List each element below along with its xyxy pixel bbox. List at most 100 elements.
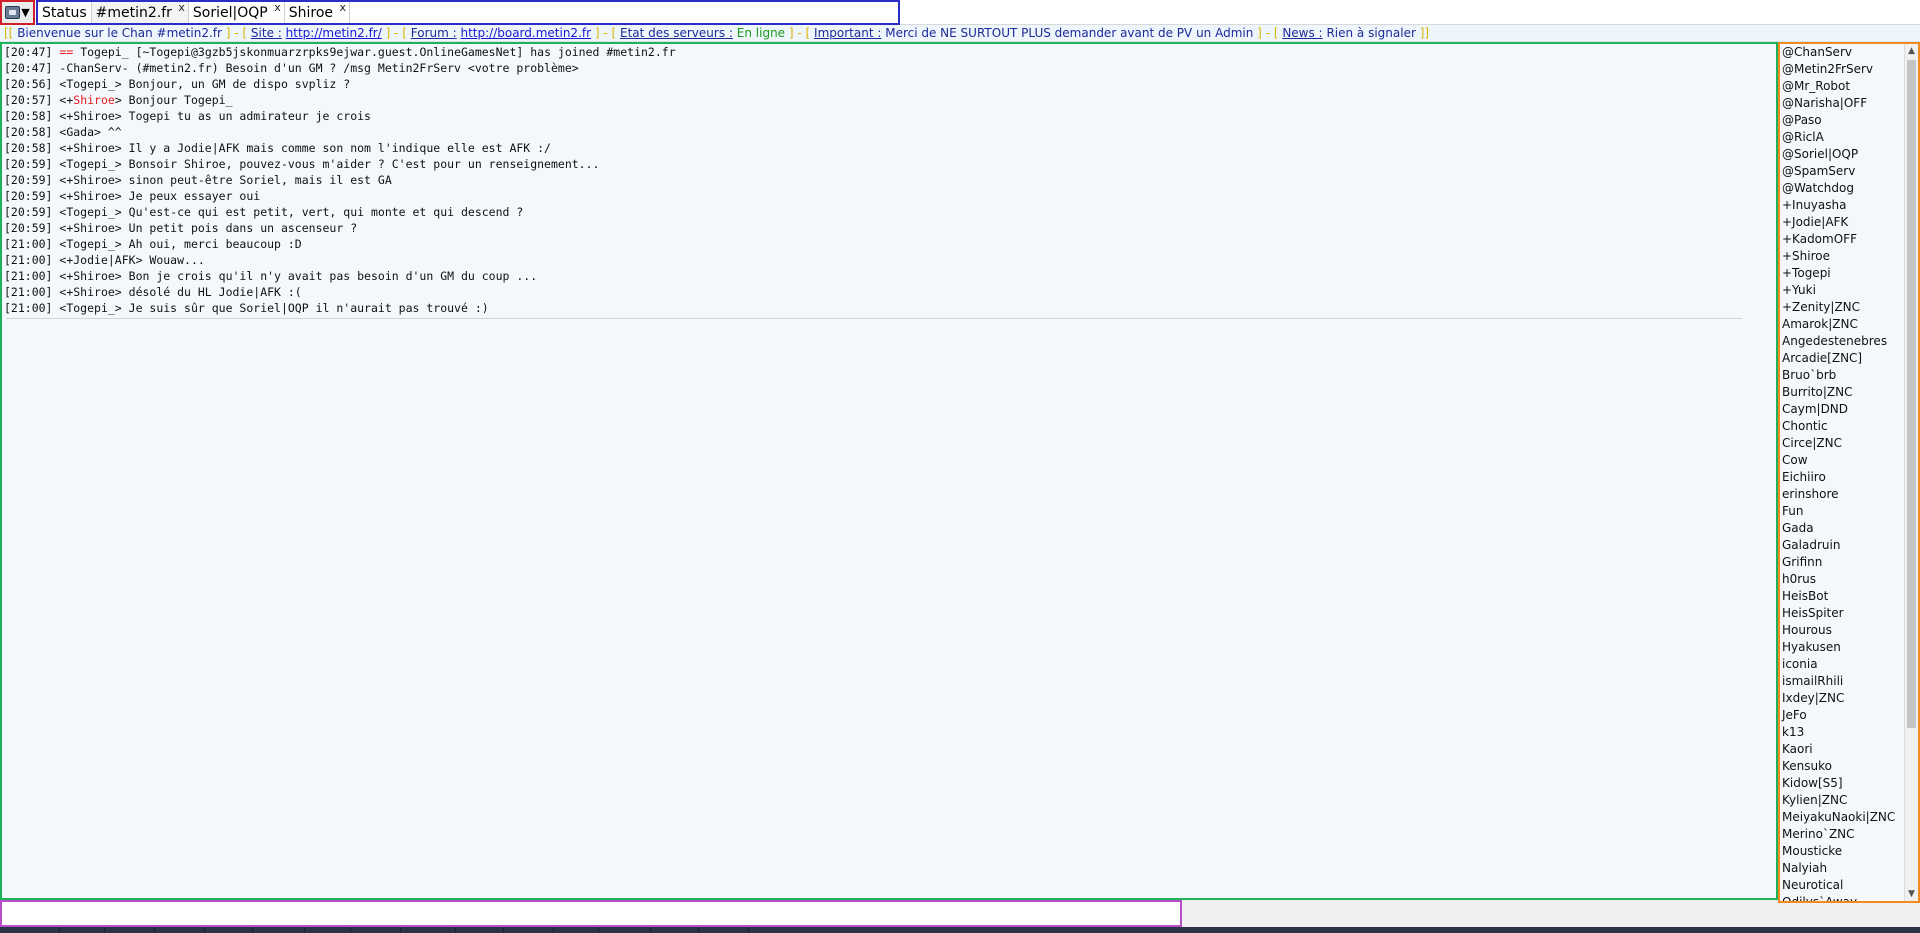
- nick-item[interactable]: Fun: [1780, 503, 1904, 520]
- nick-item[interactable]: Cow: [1780, 452, 1904, 469]
- nick-item[interactable]: Caym|DND: [1780, 401, 1904, 418]
- taskbar-item[interactable]: [155, 927, 205, 933]
- tab-0[interactable]: Status: [38, 2, 92, 23]
- nick-item[interactable]: +Togepi: [1780, 265, 1904, 282]
- topic-close-bracket: ]]: [1419, 26, 1430, 40]
- nick-item[interactable]: h0rus: [1780, 571, 1904, 588]
- nick-item[interactable]: @Soriel|OQP: [1780, 146, 1904, 163]
- nick-item[interactable]: @Paso: [1780, 112, 1904, 129]
- nick-item[interactable]: Amarok|ZNC: [1780, 316, 1904, 333]
- nick-item[interactable]: Kidow[S5]: [1780, 775, 1904, 792]
- nick-item[interactable]: @SpamServ: [1780, 163, 1904, 180]
- nick-item[interactable]: @Mr_Robot: [1780, 78, 1904, 95]
- taskbar-item[interactable]: [60, 927, 105, 933]
- app-menu-button[interactable]: ▼: [0, 0, 35, 25]
- message-timestamp: [21:00]: [4, 285, 53, 299]
- nick-item[interactable]: Nalyiah: [1780, 860, 1904, 877]
- nick-item[interactable]: Kylien|ZNC: [1780, 792, 1904, 809]
- scroll-up-icon[interactable]: ▲: [1905, 44, 1918, 58]
- taskbar-item[interactable]: [456, 927, 504, 933]
- topic-site-label: Site :: [250, 26, 282, 40]
- nick-item[interactable]: Kensuko: [1780, 758, 1904, 775]
- nick-item[interactable]: Odilys`Away: [1780, 894, 1904, 901]
- nick-item[interactable]: +Shiroe: [1780, 248, 1904, 265]
- nick-item[interactable]: +KadomOFF: [1780, 231, 1904, 248]
- tab-2[interactable]: Soriel|OQP x: [189, 2, 285, 23]
- close-icon[interactable]: x: [339, 2, 346, 13]
- message-text: <+Jodie|AFK> Wouaw...: [59, 253, 205, 267]
- nick-item[interactable]: HeisSpiter: [1780, 605, 1904, 622]
- nick-item[interactable]: +Zenity|ZNC: [1780, 299, 1904, 316]
- nick-item[interactable]: Hyakusen: [1780, 639, 1904, 656]
- nick-item[interactable]: @ChanServ: [1780, 44, 1904, 61]
- nick-list-scrollbar[interactable]: ▲ ▼: [1904, 44, 1918, 901]
- nick-item[interactable]: Arcadie[ZNC]: [1780, 350, 1904, 367]
- nick-item[interactable]: erinshore: [1780, 486, 1904, 503]
- nick-item[interactable]: Eichiiro: [1780, 469, 1904, 486]
- nick-item[interactable]: @RiclA: [1780, 129, 1904, 146]
- nick-item[interactable]: Merino`ZNC: [1780, 826, 1904, 843]
- topic-servers-label: Etat des serveurs :: [620, 26, 733, 40]
- nick-item[interactable]: Gada: [1780, 520, 1904, 537]
- message-text: <+Shiroe> Il y a Jodie|AFK mais comme so…: [59, 141, 551, 155]
- nick-item[interactable]: Mousticke: [1780, 843, 1904, 860]
- nick-item[interactable]: @Watchdog: [1780, 180, 1904, 197]
- taskbar-item[interactable]: [253, 927, 305, 933]
- chat-log[interactable]: [20:47] == Togepi_ [~Togepi@3gzb5jskonmu…: [0, 42, 1778, 900]
- nick-item[interactable]: Galadruin: [1780, 537, 1904, 554]
- taskbar-item[interactable]: [401, 927, 456, 933]
- nick-item[interactable]: k13: [1780, 724, 1904, 741]
- message-timestamp: [20:47]: [4, 45, 53, 59]
- taskbar-item[interactable]: [651, 927, 699, 933]
- nick-item[interactable]: JeFo: [1780, 707, 1904, 724]
- chat-message: [20:58] <+Shiroe> Togepi tu as un admira…: [2, 108, 1776, 124]
- tab-label: Soriel|OQP: [192, 4, 268, 21]
- nick-item[interactable]: @Metin2FrServ: [1780, 61, 1904, 78]
- nick-item[interactable]: iconia: [1780, 656, 1904, 673]
- chat-message: [20:57] <+Shiroe> Bonjour Togepi_: [2, 92, 1776, 108]
- taskbar-item[interactable]: [554, 927, 599, 933]
- scroll-down-icon[interactable]: ▼: [1905, 887, 1918, 901]
- nick-item[interactable]: +Jodie|AFK: [1780, 214, 1904, 231]
- nick-item[interactable]: ismailRhili: [1780, 673, 1904, 690]
- nick-item[interactable]: HeisBot: [1780, 588, 1904, 605]
- topic-important-label: Important :: [814, 26, 882, 40]
- taskbar-item[interactable]: [504, 927, 554, 933]
- tab-1[interactable]: #metin2.fr x: [91, 2, 189, 23]
- message-text: <Togepi_> Ah oui, merci beaucoup :D: [59, 237, 302, 251]
- nick-item[interactable]: Chontic: [1780, 418, 1904, 435]
- taskbar-item[interactable]: [599, 927, 651, 933]
- nick-item[interactable]: Circe|ZNC: [1780, 435, 1904, 452]
- taskbar-item[interactable]: [699, 927, 749, 933]
- taskbar-item[interactable]: [205, 927, 253, 933]
- nick-item[interactable]: Burrito|ZNC: [1780, 384, 1904, 401]
- nick-item[interactable]: Grifinn: [1780, 554, 1904, 571]
- nick-item[interactable]: +Yuki: [1780, 282, 1904, 299]
- channel-topic: [[ Bienvenue sur le Chan #metin2.fr ] - …: [0, 25, 1920, 42]
- nick-item[interactable]: Kaori: [1780, 741, 1904, 758]
- nick-item[interactable]: Neurotical: [1780, 877, 1904, 894]
- taskbar-item[interactable]: [0, 927, 60, 933]
- nick-item[interactable]: Ixdey|ZNC: [1780, 690, 1904, 707]
- chat-message: [20:58] <Gada> ^^: [2, 124, 1776, 140]
- taskbar-item[interactable]: [305, 927, 351, 933]
- scrollbar-thumb[interactable]: [1907, 60, 1916, 728]
- taskbar-item[interactable]: [105, 927, 155, 933]
- message-input[interactable]: [2, 902, 1180, 925]
- close-icon[interactable]: x: [178, 2, 185, 13]
- nick-item[interactable]: Hourous: [1780, 622, 1904, 639]
- message-text-rest: Togepi_ [~Togepi@3gzb5jskonmuarzrpks9ejw…: [73, 45, 676, 59]
- topic-forum-link[interactable]: http://board.metin2.fr: [460, 26, 591, 40]
- topic-site-link[interactable]: http://metin2.fr/: [286, 26, 382, 40]
- nick-item[interactable]: @Narisha|OFF: [1780, 95, 1904, 112]
- nick-item[interactable]: Angedestenebres: [1780, 333, 1904, 350]
- taskbar-item[interactable]: [351, 927, 401, 933]
- tab-3[interactable]: Shiroe x: [285, 2, 350, 23]
- close-icon[interactable]: x: [274, 2, 281, 13]
- message-timestamp: [20:56]: [4, 77, 53, 91]
- nick-item[interactable]: Bruo`brb: [1780, 367, 1904, 384]
- caret-down-icon: ▼: [21, 6, 30, 19]
- nick-item[interactable]: +Inuyasha: [1780, 197, 1904, 214]
- message-timestamp: [21:00]: [4, 269, 53, 283]
- nick-item[interactable]: MeiyakuNaoki|ZNC: [1780, 809, 1904, 826]
